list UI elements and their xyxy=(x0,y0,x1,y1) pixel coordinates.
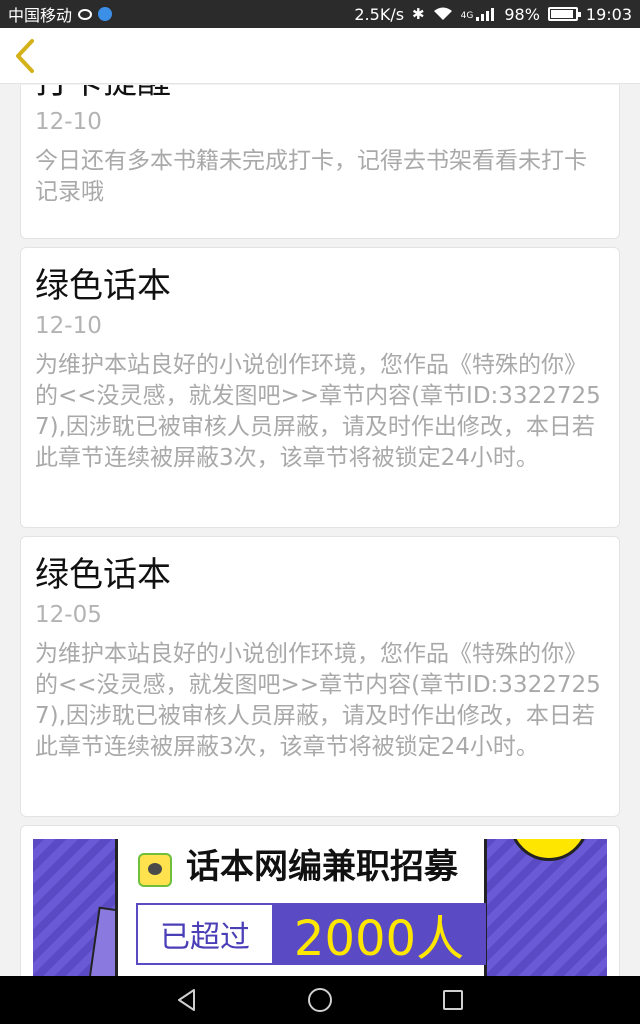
battery-percent: 98% xyxy=(504,4,540,24)
app-logo-icon xyxy=(138,853,172,887)
sun-decoration xyxy=(509,839,589,861)
notification-list[interactable]: 打卡提醒 12-10 今日还有多本书籍未完成打卡，记得去书架看看未打卡记录哦 绿… xyxy=(0,85,640,976)
banner-title: 话本网编兼职招募 xyxy=(186,847,458,887)
notification-date: 12-10 xyxy=(35,313,102,339)
chevron-left-icon xyxy=(16,38,34,73)
notification-title: 绿色话本 xyxy=(35,555,171,595)
nav-back-button[interactable] xyxy=(167,980,207,1020)
banner-panel: 话本网编兼职招募 已超过 2000人 xyxy=(115,839,487,976)
system-nav-bar xyxy=(0,976,640,1024)
notification-card[interactable]: 绿色话本 12-10 为维护本站良好的小说创作环境，您作品《特殊的你》的<<没灵… xyxy=(20,247,620,528)
wifi-icon xyxy=(433,7,452,20)
notification-body: 今日还有多本书籍未完成打卡，记得去书架看看未打卡记录哦 xyxy=(35,148,587,205)
back-button[interactable] xyxy=(12,36,44,76)
notification-date: 12-05 xyxy=(35,602,102,628)
net-speed: 2.5K/s xyxy=(354,4,405,24)
notification-body: 为维护本站良好的小说创作环境，您作品《特殊的你》的<<没灵感，就发图吧>>章节内… xyxy=(35,352,601,471)
notification-card[interactable]: 绿色话本 12-05 为维护本站良好的小说创作环境，您作品《特殊的你》的<<没灵… xyxy=(20,536,620,817)
home-circle-icon xyxy=(307,988,332,1012)
signal-type-label: 4G xyxy=(460,11,474,21)
notification-body: 为维护本站良好的小说创作环境，您作品《特殊的你》的<<没灵感，就发图吧>>章节内… xyxy=(35,641,601,760)
app-notification-icon xyxy=(98,7,113,21)
message-icon xyxy=(78,8,93,20)
banner-right-text: 2000人 xyxy=(272,903,486,967)
bluetooth-icon: ✱ xyxy=(412,5,425,23)
notification-title: 打卡提醒 xyxy=(35,85,605,104)
nav-home-button[interactable] xyxy=(300,980,340,1020)
signal-icon xyxy=(476,8,495,21)
recruitment-banner[interactable]: 话本网编兼职招募 已超过 2000人 xyxy=(33,839,607,976)
back-triangle-icon xyxy=(177,989,195,1011)
nav-recents-button[interactable] xyxy=(433,980,473,1020)
recents-square-icon xyxy=(443,990,464,1010)
notification-date: 12-10 xyxy=(35,109,102,135)
notification-title: 绿色话本 xyxy=(35,266,171,306)
banner-left-text: 已超过 xyxy=(136,903,274,965)
top-app-bar xyxy=(0,28,640,84)
battery-icon xyxy=(547,7,581,21)
notification-card[interactable]: 打卡提醒 12-10 今日还有多本书籍未完成打卡，记得去书架看看未打卡记录哦 xyxy=(20,85,620,239)
recruitment-banner-card[interactable]: 话本网编兼职招募 已超过 2000人 xyxy=(20,825,620,976)
clock: 19:03 xyxy=(585,4,632,24)
carrier-label: 中国移动 xyxy=(8,6,73,25)
status-bar: 中国移动 2.5K/s ✱ 4G 98% 19:03 xyxy=(0,0,640,28)
